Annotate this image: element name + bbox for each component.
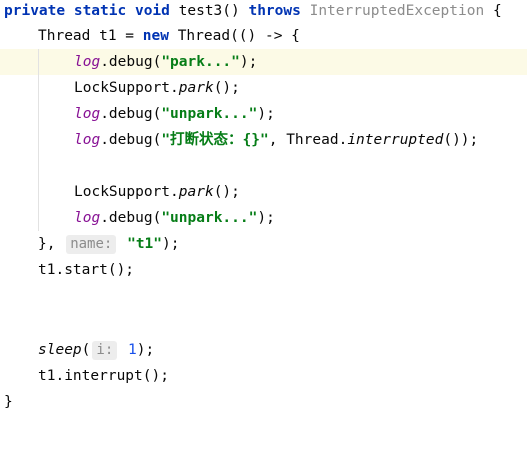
code-line-12[interactable] [0, 283, 527, 309]
indent-guide [38, 75, 39, 101]
code-line-6[interactable]: log.debug("打断状态：{}", Thread.interrupted(… [0, 127, 527, 153]
closing-brace: } [4, 394, 13, 410]
code-line-15[interactable]: t1.interrupt(); [0, 363, 527, 389]
code-line-14[interactable]: sleep(i: 1); [0, 337, 527, 363]
method-name: test3() [178, 3, 240, 19]
code-line-1[interactable]: private static void test3() throws Inter… [0, 0, 527, 24]
code-line-13[interactable] [0, 309, 527, 335]
method-signature: private static void test3() throws Inter… [4, 3, 502, 19]
indent-guide [38, 127, 39, 153]
indent-guide [38, 179, 39, 205]
code-line-4[interactable]: LockSupport.park(); [0, 75, 527, 101]
code-line-10[interactable]: }, name: "t1"); [0, 231, 527, 257]
indent-guide [38, 205, 39, 231]
indent-guide [38, 153, 39, 179]
indent-guide [38, 101, 39, 127]
code-editor[interactable]: private static void test3() throws Inter… [0, 0, 527, 417]
code-line-2[interactable]: Thread t1 = new Thread(() -> { [0, 23, 527, 49]
indent-guide [38, 49, 39, 75]
parameter-hint-i: i: [92, 341, 118, 360]
code-line-11[interactable]: t1.start(); [0, 257, 527, 283]
code-line-7[interactable] [0, 153, 527, 179]
code-line-3[interactable]: log.debug("park..."); [0, 49, 527, 75]
code-line-8[interactable]: LockSupport.park(); [0, 179, 527, 205]
code-line-16[interactable]: } [0, 389, 527, 415]
code-line-5[interactable]: log.debug("unpark..."); [0, 101, 527, 127]
parameter-hint-name: name: [66, 235, 117, 254]
exception-type: InterruptedException [309, 3, 485, 19]
code-line-9[interactable]: log.debug("unpark..."); [0, 205, 527, 231]
